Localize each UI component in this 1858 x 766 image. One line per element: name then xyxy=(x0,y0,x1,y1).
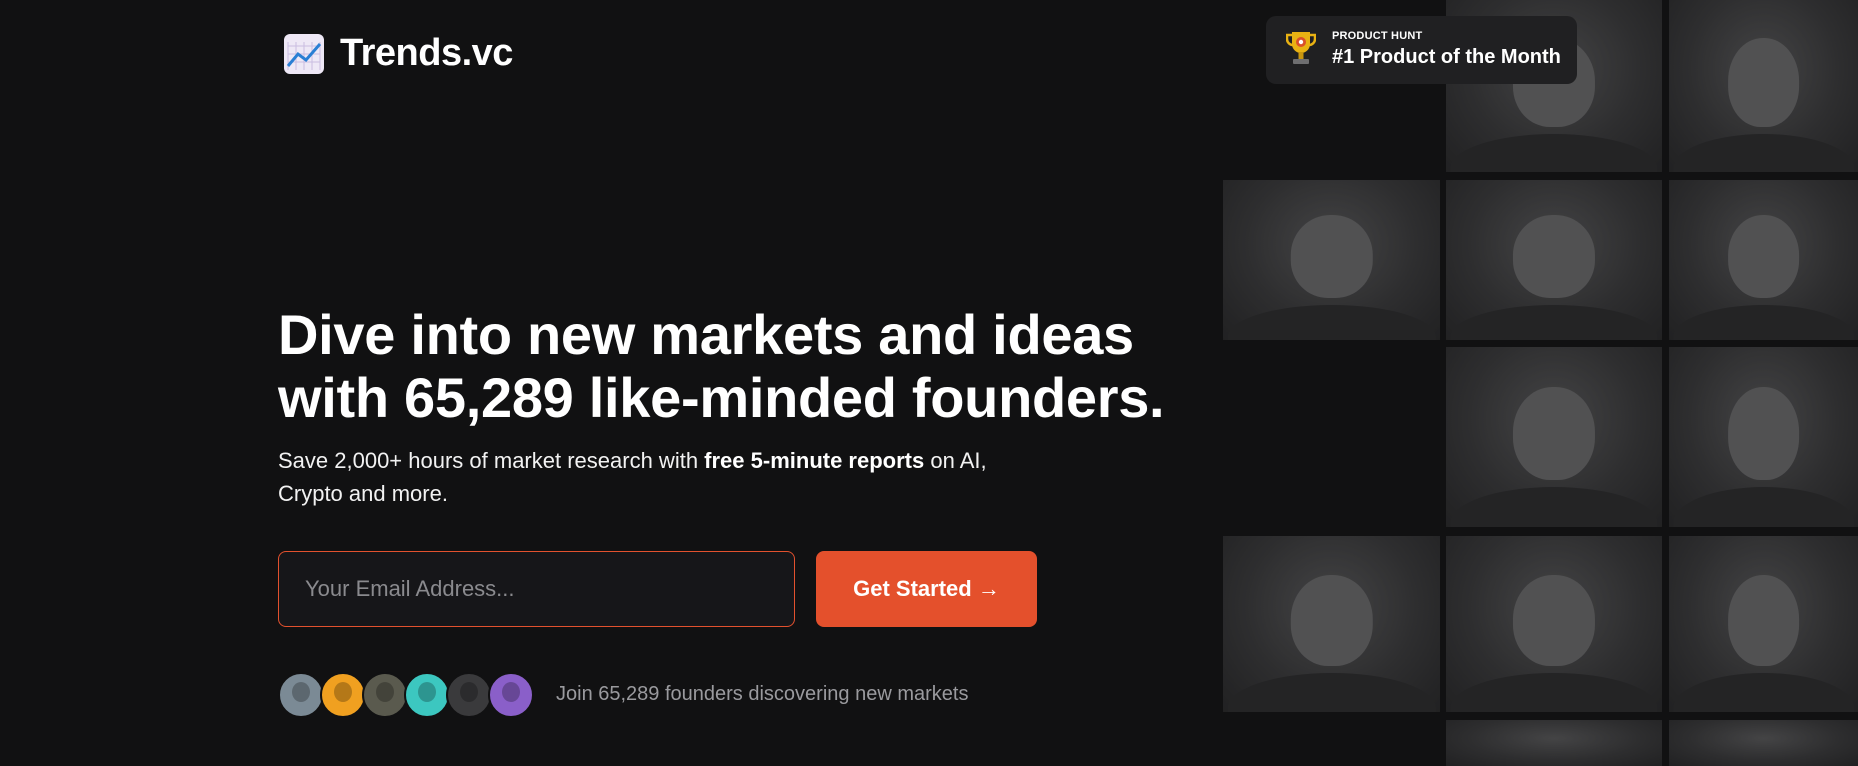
founder-photo xyxy=(1669,536,1858,712)
avatar xyxy=(362,672,408,718)
email-input[interactable] xyxy=(278,551,795,627)
avatar xyxy=(320,672,366,718)
founder-photo xyxy=(1446,347,1662,527)
headline-line-2: with 65,289 like-minded founders. xyxy=(278,366,1165,429)
founder-photo xyxy=(1669,347,1858,527)
social-proof-text: Join 65,289 founders discovering new mar… xyxy=(556,683,969,705)
headline-line-1: Dive into new markets and ideas xyxy=(278,303,1134,366)
founder-photo xyxy=(1669,180,1858,340)
brand-logo[interactable]: Trends.vc xyxy=(284,32,513,75)
hero-subheadline: Save 2,000+ hours of market research wit… xyxy=(278,444,998,510)
avatar xyxy=(488,672,534,718)
brand-name: Trends.vc xyxy=(340,32,513,74)
avatar xyxy=(446,672,492,718)
avatar xyxy=(404,672,450,718)
trophy-icon xyxy=(1286,32,1316,64)
get-started-button[interactable]: Get Started → xyxy=(816,551,1037,627)
avatar xyxy=(278,672,324,718)
founder-photo xyxy=(1446,720,1662,766)
hero-headline: Dive into new markets and ideas with 65,… xyxy=(278,303,1238,429)
product-hunt-badge[interactable]: PRODUCT HUNT #1 Product of the Month xyxy=(1266,16,1577,84)
subheadline-text: Save 2,000+ hours of market research wit… xyxy=(278,448,705,473)
chart-increasing-icon xyxy=(284,33,324,74)
badge-label: PRODUCT HUNT xyxy=(1332,30,1423,42)
founder-photo xyxy=(1669,0,1858,172)
founder-photo xyxy=(1669,720,1858,766)
founder-photo xyxy=(1446,536,1662,712)
founder-avatar-stack xyxy=(278,672,534,718)
badge-title: #1 Product of the Month xyxy=(1332,46,1561,68)
founder-photo-grid xyxy=(1223,0,1858,766)
subheadline-emphasis: free 5-minute reports xyxy=(704,448,925,473)
founder-photo xyxy=(1446,180,1662,340)
founder-photo xyxy=(1223,536,1440,712)
founder-photo xyxy=(1223,180,1440,340)
